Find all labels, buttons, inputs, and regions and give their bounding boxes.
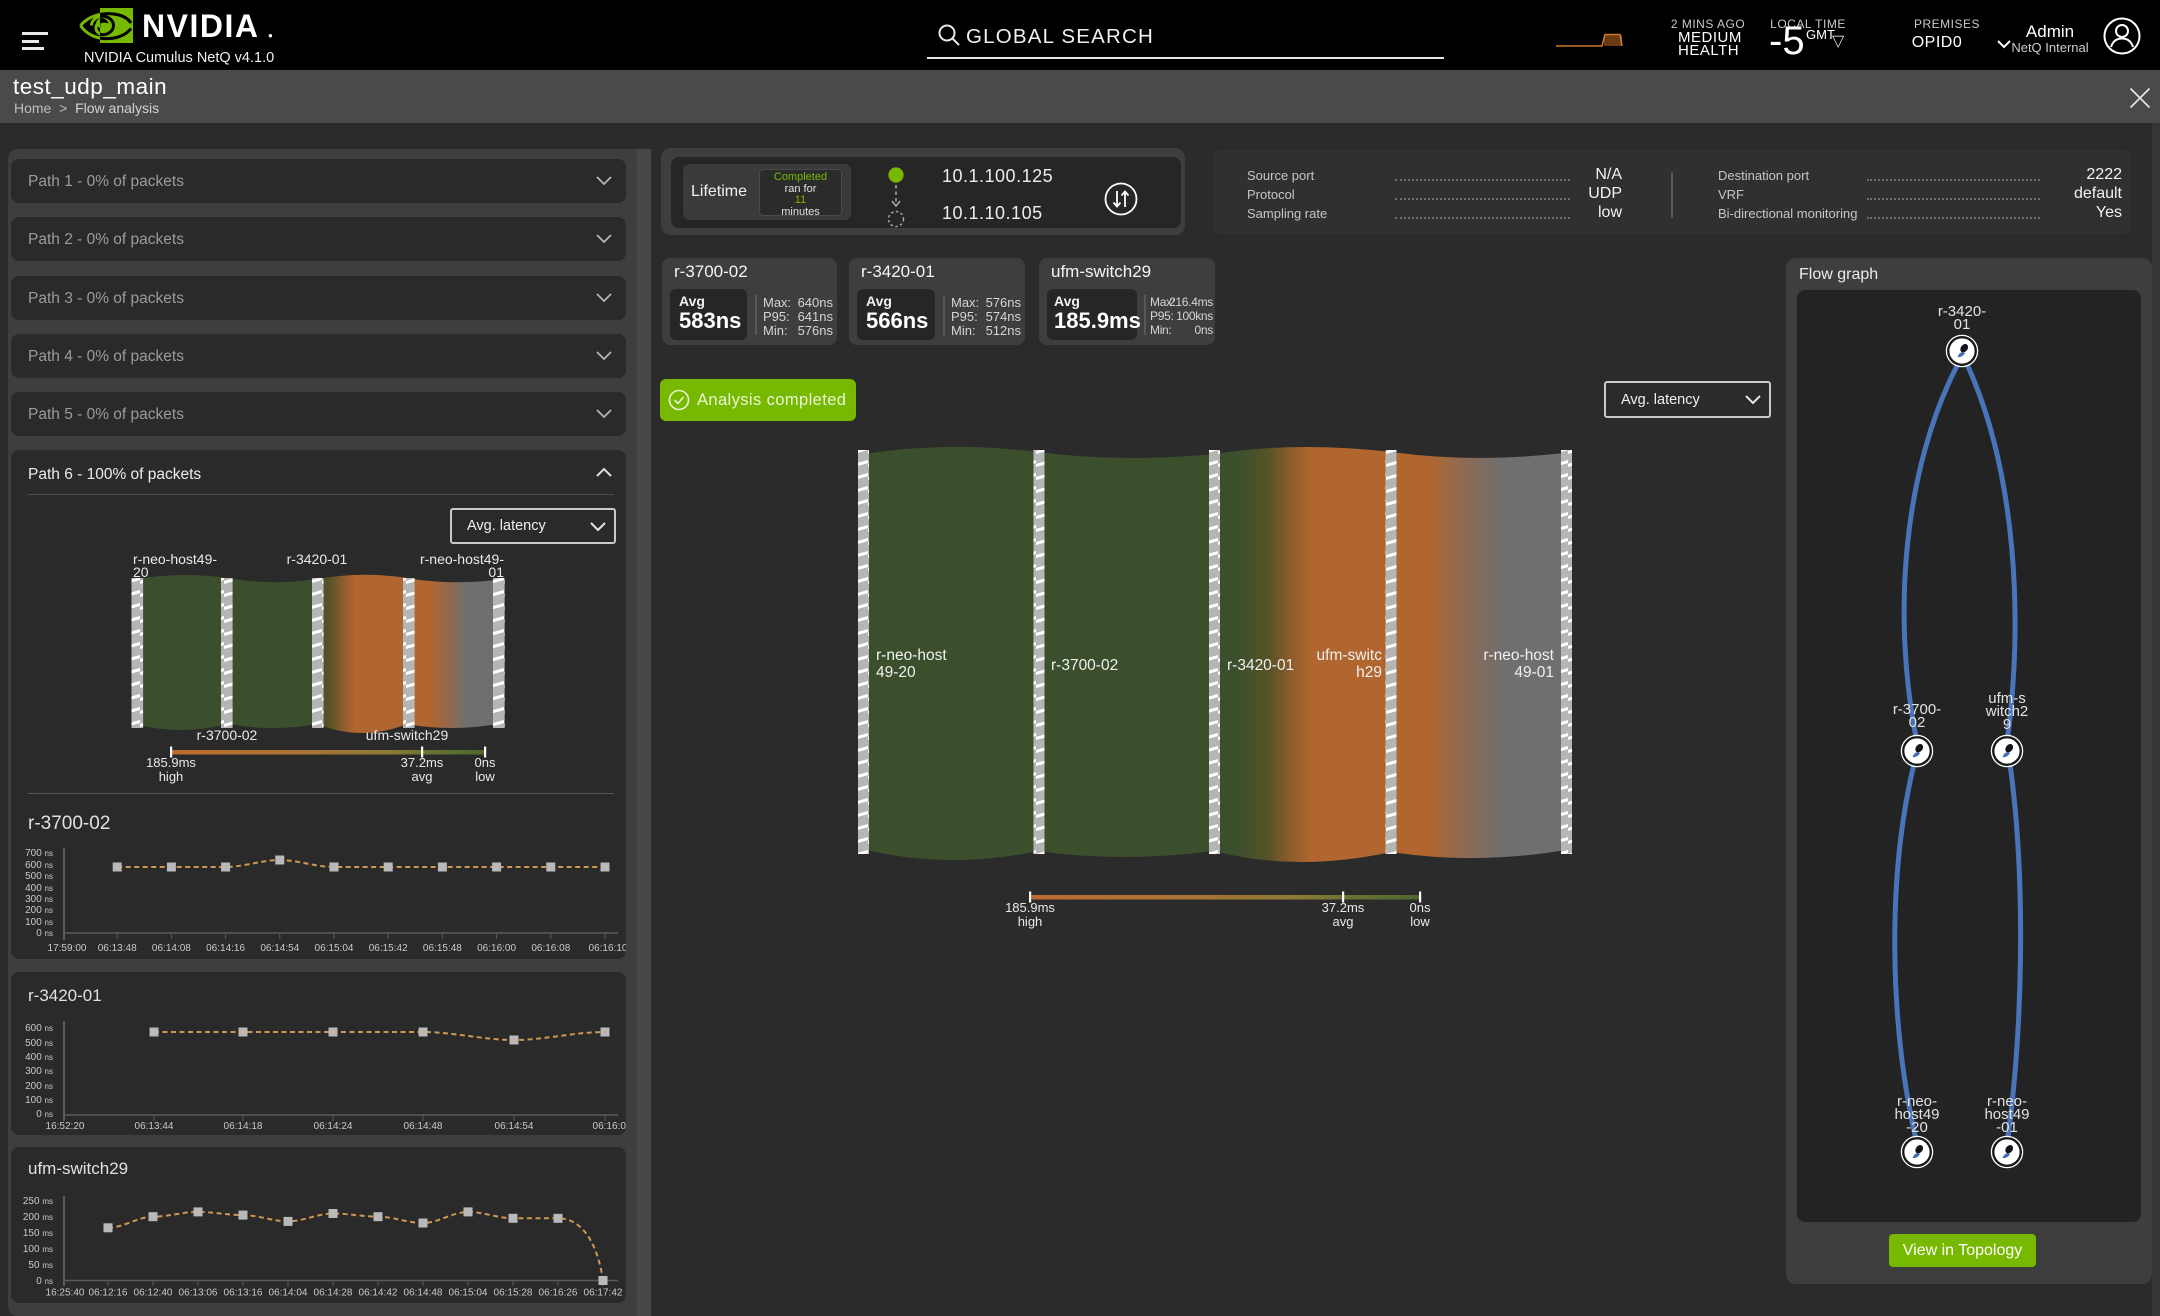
svg-text:49-01: 49-01 xyxy=(1514,664,1554,681)
svg-text:06:16:10: 06:16:10 xyxy=(589,943,626,954)
svg-text:185.9ms: 185.9ms xyxy=(1005,900,1055,915)
svg-text:17:59:00: 17:59:00 xyxy=(48,943,87,954)
svg-text:400 ns: 400 ns xyxy=(25,1052,53,1063)
svg-text:ufm-switc: ufm-switc xyxy=(1317,647,1383,664)
svg-text:06:14:42: 06:14:42 xyxy=(359,1288,398,1299)
svg-text:0 ns: 0 ns xyxy=(36,1276,53,1287)
svg-text:06:14:16: 06:14:16 xyxy=(206,943,245,954)
svg-text:300 ns: 300 ns xyxy=(25,1066,53,1077)
svg-text:low: low xyxy=(475,769,495,784)
svg-text:500 ns: 500 ns xyxy=(25,871,53,882)
svg-text:r-neo-host: r-neo-host xyxy=(876,647,947,664)
svg-text:06:13:16: 06:13:16 xyxy=(224,1288,263,1299)
svg-text:06:16:26: 06:16:26 xyxy=(539,1288,578,1299)
svg-text:06:14:54: 06:14:54 xyxy=(495,1121,534,1132)
svg-text:20: 20 xyxy=(133,564,149,580)
svg-text:37.2ms: 37.2ms xyxy=(1322,900,1365,915)
svg-text:06:12:40: 06:12:40 xyxy=(134,1288,173,1299)
svg-text:06:12:16: 06:12:16 xyxy=(89,1288,128,1299)
svg-text:06:14:24: 06:14:24 xyxy=(314,1121,353,1132)
svg-text:high: high xyxy=(159,769,184,784)
svg-text:06:16:00: 06:16:00 xyxy=(593,1121,626,1132)
svg-text:01: 01 xyxy=(1954,316,1971,333)
svg-text:700 ns: 700 ns xyxy=(25,848,53,859)
svg-text:06:14:48: 06:14:48 xyxy=(404,1288,443,1299)
svg-text:r-neo-host: r-neo-host xyxy=(1483,647,1554,664)
svg-text:r-3700-02: r-3700-02 xyxy=(1051,657,1118,674)
svg-text:06:14:18: 06:14:18 xyxy=(224,1121,263,1132)
svg-text:200 ns: 200 ns xyxy=(25,1081,53,1092)
svg-text:avg: avg xyxy=(412,769,433,784)
svg-text:06:14:28: 06:14:28 xyxy=(314,1288,353,1299)
svg-text:250 ms: 250 ms xyxy=(23,1196,53,1207)
svg-text:06:15:04: 06:15:04 xyxy=(315,943,354,954)
svg-text:9: 9 xyxy=(2003,716,2011,733)
svg-text:06:15:48: 06:15:48 xyxy=(423,943,462,954)
svg-text:100 ms: 100 ms xyxy=(23,1244,53,1255)
svg-text:06:14:04: 06:14:04 xyxy=(269,1288,308,1299)
svg-text:h29: h29 xyxy=(1356,664,1382,681)
svg-text:ufm-switch29: ufm-switch29 xyxy=(366,727,449,743)
svg-text:low: low xyxy=(1410,914,1430,929)
svg-text:300 ns: 300 ns xyxy=(25,894,53,905)
svg-text:06:15:04: 06:15:04 xyxy=(449,1288,488,1299)
svg-text:06:17:42: 06:17:42 xyxy=(584,1288,623,1299)
svg-text:100 ns: 100 ns xyxy=(25,917,53,928)
svg-text:500 ns: 500 ns xyxy=(25,1038,53,1049)
svg-text:06:16:00: 06:16:00 xyxy=(477,943,516,954)
svg-text:150 ms: 150 ms xyxy=(23,1228,53,1239)
svg-text:0 ns: 0 ns xyxy=(36,928,53,939)
svg-text:0ns: 0ns xyxy=(475,755,496,770)
svg-text:185.9ms: 185.9ms xyxy=(146,755,196,770)
svg-text:01: 01 xyxy=(488,564,504,580)
svg-text:-20: -20 xyxy=(1906,1119,1928,1136)
svg-text:0 ns: 0 ns xyxy=(36,1109,53,1120)
svg-text:06:15:42: 06:15:42 xyxy=(369,943,408,954)
svg-text:avg: avg xyxy=(1333,914,1354,929)
svg-text:06:13:44: 06:13:44 xyxy=(135,1121,174,1132)
svg-text:400 ns: 400 ns xyxy=(25,883,53,894)
svg-text:50 ms: 50 ms xyxy=(28,1260,53,1271)
svg-text:06:13:06: 06:13:06 xyxy=(179,1288,218,1299)
svg-text:37.2ms: 37.2ms xyxy=(401,755,444,770)
svg-text:-01: -01 xyxy=(1996,1119,2018,1136)
svg-text:100 ns: 100 ns xyxy=(25,1095,53,1106)
svg-text:600 ns: 600 ns xyxy=(25,1023,53,1034)
svg-text:06:14:54: 06:14:54 xyxy=(260,943,299,954)
svg-text:16:25:40: 16:25:40 xyxy=(46,1288,85,1299)
svg-text:r-3700-02: r-3700-02 xyxy=(197,727,258,743)
svg-text:06:14:08: 06:14:08 xyxy=(152,943,191,954)
svg-text:06:14:48: 06:14:48 xyxy=(404,1121,443,1132)
svg-text:06:16:08: 06:16:08 xyxy=(531,943,570,954)
svg-text:r-3420-01: r-3420-01 xyxy=(287,551,348,567)
svg-text:49-20: 49-20 xyxy=(876,664,916,681)
svg-text:02: 02 xyxy=(1909,714,1926,731)
svg-text:200 ms: 200 ms xyxy=(23,1212,53,1223)
svg-text:600 ns: 600 ns xyxy=(25,860,53,871)
svg-text:200 ns: 200 ns xyxy=(25,905,53,916)
svg-text:06:13:48: 06:13:48 xyxy=(98,943,137,954)
svg-text:high: high xyxy=(1018,914,1043,929)
svg-text:16:52:20: 16:52:20 xyxy=(46,1121,85,1132)
svg-text:r-3420-01: r-3420-01 xyxy=(1227,657,1294,674)
svg-text:0ns: 0ns xyxy=(1410,900,1431,915)
svg-text:06:15:28: 06:15:28 xyxy=(494,1288,533,1299)
